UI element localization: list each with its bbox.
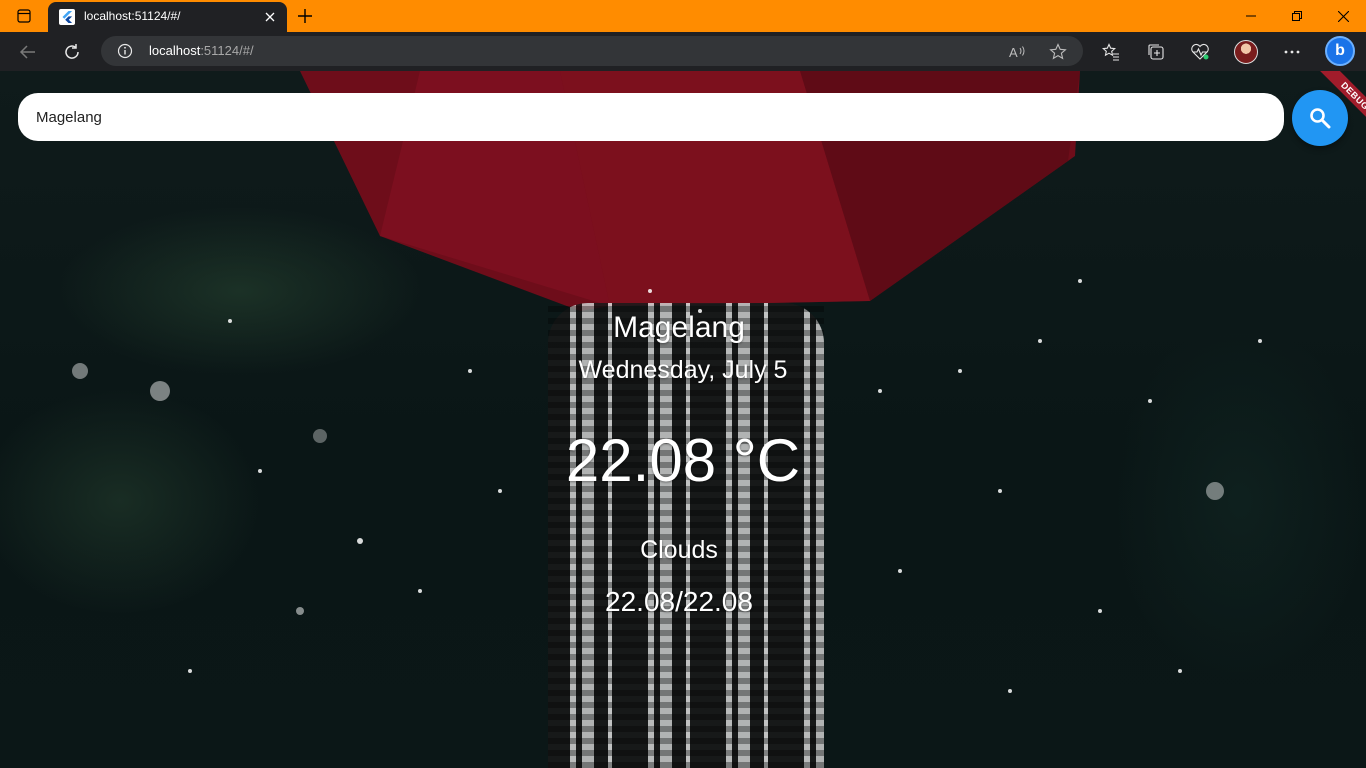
url-path: :51124/#/ xyxy=(200,43,254,58)
close-window-icon[interactable] xyxy=(1320,0,1366,32)
new-tab-icon[interactable] xyxy=(292,3,318,29)
browser-tab[interactable]: localhost:51124/#/ xyxy=(48,2,287,32)
min-max-temperature: 22.08/22.08 xyxy=(605,586,753,617)
bing-copilot-icon[interactable]: b xyxy=(1325,36,1355,66)
tab-title: localhost:51124/#/ xyxy=(84,9,181,23)
weather-info: Magelang Wednesday, July 5 22.08 °C Clou… xyxy=(0,71,1366,768)
favorite-star-icon[interactable] xyxy=(1047,41,1069,63)
svg-text:A: A xyxy=(1009,45,1018,60)
weather-condition: Clouds xyxy=(640,536,718,564)
flutter-favicon-icon xyxy=(59,9,75,25)
browser-essentials-icon[interactable] xyxy=(1184,36,1216,68)
browser-toolbar: localhost:51124/#/ A b xyxy=(0,32,1366,71)
temperature: 22.08 °C xyxy=(565,427,801,494)
url-host: localhost xyxy=(149,43,201,58)
current-date: Wednesday, July 5 xyxy=(578,356,788,384)
weather-app: DEBUG Magelang Wednesday, July 5 22.08 °… xyxy=(0,71,1366,768)
profile-avatar[interactable] xyxy=(1234,40,1258,64)
url-text[interactable]: localhost:51124/#/ xyxy=(149,43,254,58)
collections-icon[interactable] xyxy=(1140,36,1172,68)
close-tab-icon[interactable] xyxy=(261,8,279,26)
browser-titlebar: localhost:51124/#/ xyxy=(0,0,1366,32)
tab-actions-icon[interactable] xyxy=(8,4,40,28)
city-name: Magelang xyxy=(613,311,745,344)
more-options-icon[interactable] xyxy=(1276,36,1308,68)
address-bar[interactable]: localhost:51124/#/ A xyxy=(101,36,1083,66)
site-info-icon[interactable] xyxy=(116,42,134,60)
refresh-icon[interactable] xyxy=(56,36,88,68)
restore-icon[interactable] xyxy=(1274,0,1320,32)
minimize-icon[interactable] xyxy=(1228,0,1274,32)
favorites-icon[interactable] xyxy=(1095,36,1127,68)
back-arrow-icon[interactable] xyxy=(12,36,44,68)
read-aloud-icon[interactable]: A xyxy=(1007,41,1029,63)
